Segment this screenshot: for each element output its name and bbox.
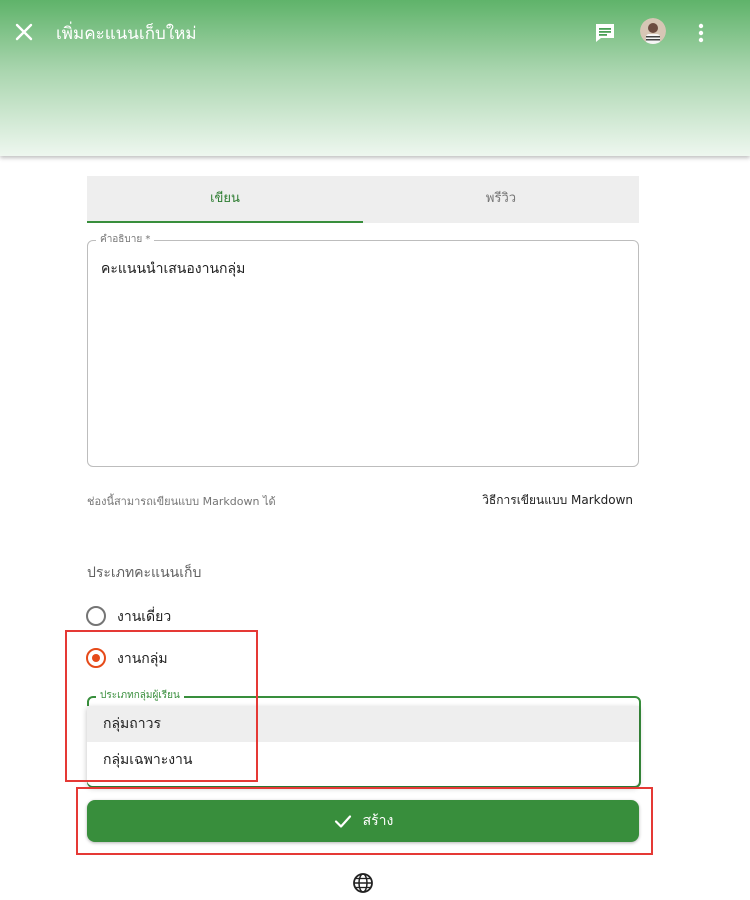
create-button-content: สร้าง — [87, 800, 639, 842]
globe-icon — [353, 873, 373, 893]
page-title: เพิ่มคะแนนเก็บใหม่ — [56, 24, 197, 44]
radio-group-label: งานกลุ่ม — [117, 651, 168, 667]
radio-button-checked[interactable] — [86, 648, 106, 668]
avatar[interactable] — [640, 18, 666, 44]
description-value: คะแนนนำเสนองานกลุ่ม — [101, 261, 246, 277]
group-type-dropdown: กลุ่มถาวร กลุ่มเฉพาะงาน — [87, 706, 639, 786]
description-label: คำอธิบาย * — [96, 232, 155, 247]
check-icon — [334, 815, 351, 828]
tab-write[interactable]: เขียน — [87, 176, 363, 223]
group-type-label: ประเภทกลุ่มผู้เรียน — [96, 688, 184, 703]
user-avatar-icon — [640, 18, 666, 44]
more-vert-icon — [698, 23, 704, 43]
option-task-group[interactable]: กลุ่มเฉพาะงาน — [87, 742, 639, 778]
score-type-label: ประเภทคะแนนเก็บ — [87, 565, 202, 581]
app-header: เพิ่มคะแนนเก็บใหม่ — [0, 0, 750, 156]
create-button-label: สร้าง — [362, 813, 394, 829]
tab-write-label: เขียน — [210, 191, 240, 206]
more-button[interactable] — [690, 20, 712, 46]
markdown-help-link[interactable]: วิธีการเขียนแบบ Markdown — [482, 491, 633, 510]
close-icon — [15, 23, 33, 41]
editor-tabs: เขียน พรีวิว — [87, 176, 639, 223]
chat-button[interactable] — [592, 20, 618, 46]
close-button[interactable] — [10, 18, 38, 46]
radio-button[interactable] — [86, 606, 106, 626]
create-button[interactable]: สร้าง — [87, 800, 639, 842]
chat-icon — [596, 24, 614, 42]
markdown-hint: ช่องนี้สามารถเขียนแบบ Markdown ได้ — [87, 495, 276, 508]
tab-preview[interactable]: พรีวิว — [363, 176, 639, 223]
tab-preview-label: พรีวิว — [485, 191, 517, 206]
option-permanent-group[interactable]: กลุ่มถาวร — [87, 706, 639, 742]
tab-indicator — [87, 221, 363, 223]
language-button[interactable] — [352, 872, 374, 894]
radio-individual-label: งานเดี่ยว — [117, 609, 172, 625]
